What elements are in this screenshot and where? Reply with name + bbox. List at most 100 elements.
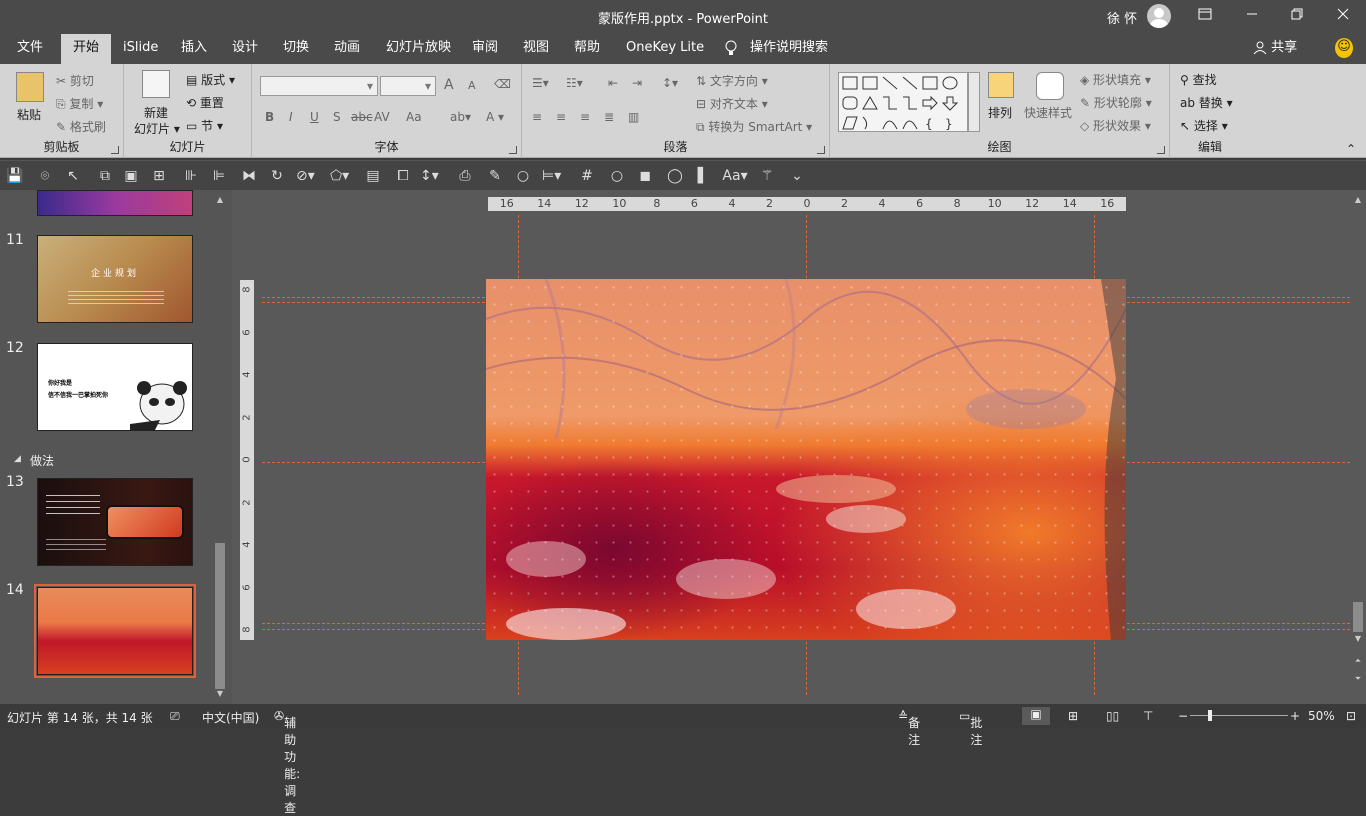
spell-check-icon[interactable]: ⎚ (170, 709, 180, 724)
scroll-down-icon[interactable]: ▼ (1353, 634, 1363, 643)
fit-slide-icon[interactable]: ⊡ (1346, 709, 1356, 723)
justify-icon[interactable]: ≣ (604, 110, 614, 124)
shrink-font-button[interactable]: A (468, 79, 476, 92)
circle-icon[interactable]: ○ (514, 167, 532, 185)
tab-view[interactable]: 视图 (523, 34, 549, 64)
bar-icon[interactable]: ▌ (694, 167, 712, 185)
strikethrough-button[interactable]: abc (351, 110, 373, 124)
paragraph-launcher-icon[interactable] (817, 146, 825, 154)
zoom-in-icon[interactable]: + (1290, 709, 1300, 723)
user-name[interactable]: 徐 怀 (1107, 8, 1137, 27)
bold-button[interactable]: B (265, 110, 274, 124)
magic-wand-icon[interactable]: ⚚ (758, 167, 776, 185)
restore-icon[interactable] (1287, 6, 1307, 26)
scroll-up-icon[interactable]: ▲ (215, 195, 225, 207)
text-direction-button[interactable]: ⇅ 文字方向 ▾ (696, 72, 768, 89)
hash-icon[interactable]: # (578, 167, 596, 185)
pointer-icon[interactable]: ↖ (64, 167, 82, 185)
tab-transitions[interactable]: 切换 (283, 34, 309, 64)
slideshow-icon[interactable]: ⊤ (1143, 709, 1153, 723)
share-button[interactable]: 共享 (1253, 34, 1297, 64)
shape-fill-button[interactable]: ◈ 形状填充 ▾ (1080, 71, 1151, 88)
new-slide-label[interactable]: 新建 (144, 104, 168, 121)
new-slide-icon[interactable] (142, 70, 170, 98)
slide-sorter-icon[interactable]: ⊞ (1068, 709, 1078, 723)
drawing-launcher-icon[interactable] (1157, 146, 1165, 154)
tab-slideshow[interactable]: 幻灯片放映 (386, 34, 451, 64)
reset-button[interactable]: ⟲ 重置 (186, 94, 224, 111)
decrease-indent-icon[interactable]: ⇤ (608, 76, 618, 90)
font-family-combo[interactable]: ▾ (260, 76, 378, 96)
find-button[interactable]: ⚲ 查找 (1180, 71, 1217, 88)
section-label[interactable]: 做法 (30, 452, 54, 469)
select-button[interactable]: ↖ 选择 ▾ (1180, 117, 1228, 134)
slide-thumbnail-13[interactable] (37, 478, 193, 566)
font-size-combo[interactable]: ▾ (380, 76, 436, 96)
tab-insert[interactable]: 插入 (181, 34, 207, 64)
copy-button[interactable]: ⎘ 复制 ▾ (56, 95, 103, 112)
accessibility-button[interactable]: ✇ 辅助功能: 调查 (274, 709, 300, 815)
change-case-qat-icon[interactable]: Aa▾ (720, 167, 750, 185)
paste-button[interactable]: 粘贴 (17, 106, 41, 123)
zoom-slider[interactable] (1190, 715, 1288, 716)
slide-thumbnail-10[interactable] (37, 190, 193, 216)
quick-styles-icon[interactable] (1036, 72, 1064, 100)
font-launcher-icon[interactable] (509, 146, 517, 154)
vertical-ruler[interactable]: 8 6 4 2 0 2 4 6 8 (240, 280, 254, 640)
format-painter-button[interactable]: ✎ 格式刷 (56, 118, 106, 135)
format-icon[interactable]: ⌾ (36, 167, 54, 185)
scroll-thumb[interactable] (1353, 602, 1363, 632)
oval-icon[interactable]: ○ (608, 167, 626, 185)
replace-button[interactable]: ab 替换 ▾ (1180, 94, 1233, 111)
clipboard-launcher-icon[interactable] (111, 146, 119, 154)
canvas-scrollbar[interactable]: ▲ ▼ ⏶ ⏷ (1350, 190, 1366, 704)
zoom-level[interactable]: 50% (1308, 709, 1335, 723)
shapes-gallery[interactable]: {} (838, 72, 968, 132)
customize-qat-icon[interactable]: ⌄ (788, 167, 806, 185)
thumbnail-scrollbar[interactable]: ▲ ▼ (213, 195, 227, 702)
numbering-icon[interactable]: ☷▾ (566, 76, 583, 90)
align-left-qat-icon[interactable]: ⊨▾ (542, 167, 561, 185)
tab-help[interactable]: 帮助 (574, 34, 600, 64)
zoom-slider-thumb[interactable] (1208, 710, 1212, 721)
align-center-icon[interactable]: ≡ (556, 110, 566, 124)
font-color-button[interactable]: A ▾ (486, 110, 504, 124)
change-case-button[interactable]: Aa (406, 110, 422, 124)
bullets-icon[interactable]: ☰▾ (532, 76, 549, 90)
clear-format-icon[interactable]: ⌫ (494, 77, 511, 91)
reading-view-icon[interactable]: ▯▯ (1106, 709, 1119, 723)
smartart-button[interactable]: ⧉ 转换为 SmartArt ▾ (696, 118, 812, 135)
align-icon[interactable]: ⊫ (210, 167, 228, 185)
scroll-thumb[interactable] (215, 543, 225, 689)
next-slide-icon[interactable]: ⏷ (1353, 674, 1363, 684)
arrange-icon[interactable] (988, 72, 1014, 98)
smiley-icon[interactable]: ☺ (1335, 38, 1353, 58)
horizontal-ruler[interactable]: 16 14 12 10 8 6 4 2 0 2 4 6 8 10 12 14 16 (488, 197, 1126, 211)
tab-file[interactable]: 文件 (17, 34, 43, 64)
italic-button[interactable]: I (289, 110, 293, 124)
scroll-down-icon[interactable]: ▼ (215, 689, 225, 701)
format-painter-qat-icon[interactable]: ✎ (486, 167, 504, 185)
shadow-shape-icon[interactable]: ◼ (636, 167, 654, 185)
shape-union-icon[interactable]: ⬠▾ (330, 167, 349, 185)
merge-shapes-icon[interactable]: ⊘▾ (296, 167, 315, 185)
scroll-up-icon[interactable]: ▲ (1353, 195, 1363, 204)
highlight-icon[interactable]: ab▾ (450, 110, 471, 124)
tab-onekey[interactable]: OneKey Lite (626, 34, 704, 64)
text-box-icon[interactable]: ▤ (364, 167, 382, 185)
tell-me-search[interactable]: 操作说明搜索 (750, 34, 828, 64)
arrange-button[interactable]: 排列 (988, 104, 1012, 121)
flip-icon[interactable]: ⧓ (240, 167, 258, 185)
bring-front-icon[interactable]: ▣ (122, 167, 140, 185)
slide-thumbnail-12[interactable]: 你好我是 信不信我一巴掌拍死你 (37, 343, 193, 431)
section-button[interactable]: ▭ 节 ▾ (186, 117, 223, 134)
save-icon[interactable]: 💾 (6, 167, 24, 185)
underline-button[interactable]: U (310, 110, 319, 124)
grow-font-button[interactable]: A (444, 77, 454, 93)
slide-thumbnail-14[interactable] (34, 584, 196, 678)
export-icon[interactable]: ⎙ (456, 167, 474, 185)
paste-icon[interactable] (16, 72, 44, 102)
ribbon-display-options-icon[interactable] (1195, 6, 1215, 26)
close-icon[interactable] (1333, 6, 1353, 26)
cut-button[interactable]: ✂ 剪切 (56, 72, 94, 89)
